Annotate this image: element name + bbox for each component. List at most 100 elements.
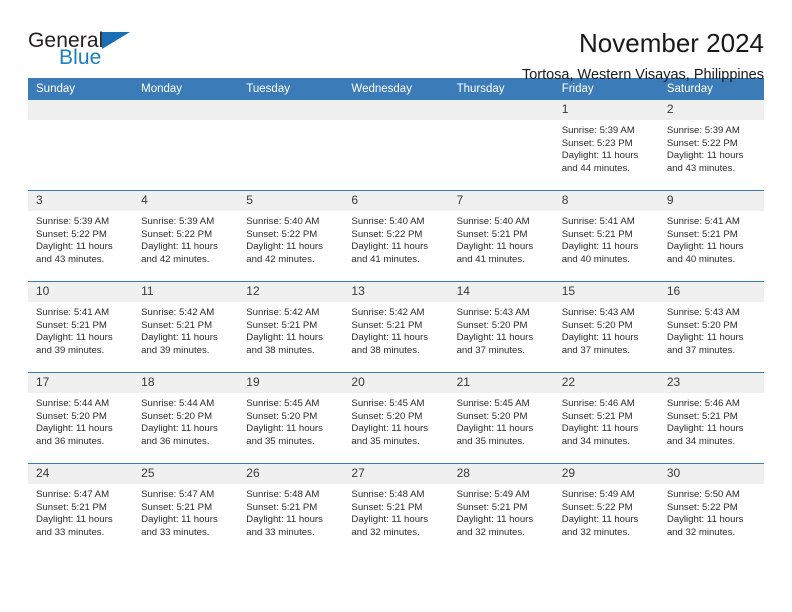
day-sun-info: Sunrise: 5:42 AM Sunset: 5:21 PM Daylight:… bbox=[343, 302, 448, 357]
day-sunset-text: Sunset: 5:20 PM bbox=[456, 319, 528, 331]
day-number: 12 bbox=[238, 282, 344, 302]
calendar-day-cell[interactable]: 2 Sunrise: 5:39 AM Sunset: 5:22 PM Daylight… bbox=[658, 100, 764, 191]
calendar-day-cell-empty bbox=[238, 100, 344, 191]
day-sunrise-text: Sunrise: 5:41 AM bbox=[36, 307, 110, 318]
day-daylight-1-text: Daylight: 11 hours bbox=[246, 332, 323, 344]
day-number: 1 bbox=[553, 100, 659, 120]
day-sunrise-text: Sunrise: 5:43 AM bbox=[456, 307, 530, 318]
day-daylight-2-text: and 44 minutes. bbox=[561, 162, 630, 174]
day-sun-info: Sunrise: 5:47 AM Sunset: 5:21 PM Daylight:… bbox=[28, 484, 133, 539]
calendar-day-cell[interactable]: 7 Sunrise: 5:40 AM Sunset: 5:21 PM Daylight… bbox=[448, 190, 554, 282]
day-daylight-2-text: and 38 minutes. bbox=[351, 344, 420, 356]
day-daylight-1-text: Daylight: 11 hours bbox=[666, 423, 744, 435]
day-daylight-1-text: Daylight: 11 hours bbox=[141, 423, 218, 435]
day-sunset-text: Sunset: 5:20 PM bbox=[246, 410, 318, 422]
calendar-day-cell[interactable]: 9 Sunrise: 5:41 AM Sunset: 5:21 PM Daylight… bbox=[658, 190, 764, 282]
day-sunset-text: Sunset: 5:21 PM bbox=[351, 319, 423, 331]
day-number: 6 bbox=[343, 191, 449, 211]
calendar-day-cell[interactable]: 5 Sunrise: 5:40 AM Sunset: 5:22 PM Daylight… bbox=[238, 190, 344, 282]
calendar-day-cell[interactable]: 12 Sunrise: 5:42 AM Sunset: 5:21 PM Dayligh… bbox=[238, 281, 344, 373]
weekday-header-monday: Monday bbox=[133, 78, 239, 100]
day-daylight-1-text: Daylight: 11 hours bbox=[141, 332, 218, 344]
day-daylight-2-text: and 35 minutes. bbox=[456, 435, 525, 447]
calendar-day-cell[interactable]: 29 Sunrise: 5:49 AM Sunset: 5:22 PM Dayligh… bbox=[553, 463, 659, 554]
calendar-day-cell[interactable]: 10 Sunrise: 5:41 AM Sunset: 5:21 PM Dayligh… bbox=[28, 281, 134, 373]
day-sun-info: Sunrise: 5:41 AM Sunset: 5:21 PM Daylight:… bbox=[28, 302, 133, 357]
weekday-header-tuesday: Tuesday bbox=[238, 78, 344, 100]
day-sunset-text: Sunset: 5:22 PM bbox=[246, 228, 318, 240]
day-sunrise-text: Sunrise: 5:47 AM bbox=[36, 489, 110, 500]
calendar-day-cell[interactable]: 26 Sunrise: 5:48 AM Sunset: 5:21 PM Dayligh… bbox=[238, 463, 344, 554]
calendar-day-cell[interactable]: 17 Sunrise: 5:44 AM Sunset: 5:20 PM Dayligh… bbox=[28, 372, 134, 464]
day-sun-info: Sunrise: 5:46 AM Sunset: 5:21 PM Daylight:… bbox=[659, 393, 764, 448]
calendar-day-cell[interactable]: 15 Sunrise: 5:43 AM Sunset: 5:20 PM Dayligh… bbox=[553, 281, 659, 373]
day-sunrise-text: Sunrise: 5:48 AM bbox=[351, 489, 425, 500]
calendar-day-cell[interactable]: 8 Sunrise: 5:41 AM Sunset: 5:21 PM Daylight… bbox=[553, 190, 659, 282]
calendar-day-cell-empty bbox=[343, 100, 449, 191]
day-daylight-2-text: and 42 minutes. bbox=[246, 253, 315, 265]
day-sunset-text: Sunset: 5:22 PM bbox=[561, 501, 633, 513]
calendar-day-cell[interactable]: 19 Sunrise: 5:45 AM Sunset: 5:20 PM Dayligh… bbox=[238, 372, 344, 464]
calendar-day-cell[interactable]: 4 Sunrise: 5:39 AM Sunset: 5:22 PM Daylight… bbox=[133, 190, 239, 282]
calendar-day-cell[interactable]: 16 Sunrise: 5:43 AM Sunset: 5:20 PM Dayligh… bbox=[658, 281, 764, 373]
day-daylight-2-text: and 37 minutes. bbox=[456, 344, 525, 356]
day-number: 21 bbox=[448, 373, 554, 393]
calendar-day-cell-empty bbox=[28, 100, 134, 191]
calendar-day-cell[interactable]: 14 Sunrise: 5:43 AM Sunset: 5:20 PM Dayligh… bbox=[448, 281, 554, 373]
day-daylight-1-text: Daylight: 11 hours bbox=[666, 241, 744, 253]
day-daylight-2-text: and 38 minutes. bbox=[246, 344, 315, 356]
day-daylight-2-text: and 33 minutes. bbox=[36, 526, 105, 538]
day-daylight-1-text: Daylight: 11 hours bbox=[141, 514, 218, 526]
calendar-day-cell[interactable]: 18 Sunrise: 5:44 AM Sunset: 5:20 PM Dayligh… bbox=[133, 372, 239, 464]
calendar-day-cell[interactable]: 11 Sunrise: 5:42 AM Sunset: 5:21 PM Dayligh… bbox=[133, 281, 239, 373]
day-sunrise-text: Sunrise: 5:41 AM bbox=[561, 216, 635, 227]
day-daylight-2-text: and 33 minutes. bbox=[246, 526, 315, 538]
calendar-day-cell[interactable]: 3 Sunrise: 5:39 AM Sunset: 5:22 PM Daylight… bbox=[28, 190, 134, 282]
day-daylight-2-text: and 36 minutes. bbox=[141, 435, 210, 447]
day-sunset-text: Sunset: 5:21 PM bbox=[666, 228, 738, 240]
day-number bbox=[343, 100, 449, 120]
calendar-day-cell[interactable]: 28 Sunrise: 5:49 AM Sunset: 5:21 PM Dayligh… bbox=[448, 463, 554, 554]
day-sunrise-text: Sunrise: 5:49 AM bbox=[456, 489, 530, 500]
calendar-day-cell[interactable]: 21 Sunrise: 5:45 AM Sunset: 5:20 PM Dayligh… bbox=[448, 372, 554, 464]
calendar-body: 1 Sunrise: 5:39 AM Sunset: 5:23 PM Daylight… bbox=[28, 100, 764, 554]
day-sunrise-text: Sunrise: 5:39 AM bbox=[561, 125, 635, 136]
calendar-day-cell[interactable]: 25 Sunrise: 5:47 AM Sunset: 5:21 PM Dayligh… bbox=[133, 463, 239, 554]
day-sunset-text: Sunset: 5:22 PM bbox=[666, 137, 738, 149]
day-sunset-text: Sunset: 5:22 PM bbox=[666, 501, 738, 513]
calendar-week-row: 1 Sunrise: 5:39 AM Sunset: 5:23 PM Daylight… bbox=[28, 100, 764, 191]
calendar-day-cell[interactable]: 23 Sunrise: 5:46 AM Sunset: 5:21 PM Dayligh… bbox=[658, 372, 764, 464]
day-number: 7 bbox=[448, 191, 554, 211]
general-blue-logo[interactable]: General Blue bbox=[28, 28, 152, 72]
page-title: November 2024 bbox=[579, 28, 764, 58]
day-daylight-1-text: Daylight: 11 hours bbox=[351, 423, 429, 435]
day-daylight-2-text: and 35 minutes. bbox=[351, 435, 420, 447]
day-daylight-1-text: Daylight: 11 hours bbox=[561, 423, 639, 435]
logo-text-blue: Blue bbox=[59, 46, 102, 69]
calendar-day-cell[interactable]: 22 Sunrise: 5:46 AM Sunset: 5:21 PM Dayligh… bbox=[553, 372, 659, 464]
day-sunset-text: Sunset: 5:21 PM bbox=[561, 410, 633, 422]
day-sunrise-text: Sunrise: 5:43 AM bbox=[561, 307, 635, 318]
day-sunset-text: Sunset: 5:21 PM bbox=[141, 319, 213, 331]
title-block: November 2024 Tortosa, Western Visayas, … bbox=[522, 28, 764, 84]
calendar-table: Sunday Monday Tuesday Wednesday Thursday… bbox=[28, 78, 764, 554]
calendar-day-cell[interactable]: 13 Sunrise: 5:42 AM Sunset: 5:21 PM Dayligh… bbox=[343, 281, 449, 373]
day-daylight-2-text: and 39 minutes. bbox=[36, 344, 105, 356]
day-sunrise-text: Sunrise: 5:45 AM bbox=[351, 398, 425, 409]
calendar-day-cell[interactable]: 30 Sunrise: 5:50 AM Sunset: 5:22 PM Dayligh… bbox=[658, 463, 764, 554]
calendar-day-cell[interactable]: 6 Sunrise: 5:40 AM Sunset: 5:22 PM Daylight… bbox=[343, 190, 449, 282]
calendar-day-cell[interactable]: 24 Sunrise: 5:47 AM Sunset: 5:21 PM Dayligh… bbox=[28, 463, 134, 554]
day-sunset-text: Sunset: 5:21 PM bbox=[36, 319, 107, 331]
day-daylight-2-text: and 37 minutes. bbox=[666, 344, 736, 356]
day-sunset-text: Sunset: 5:21 PM bbox=[246, 501, 318, 513]
day-daylight-1-text: Daylight: 11 hours bbox=[246, 514, 323, 526]
calendar-day-cell[interactable]: 20 Sunrise: 5:45 AM Sunset: 5:20 PM Dayligh… bbox=[343, 372, 449, 464]
day-number: 28 bbox=[448, 464, 554, 484]
day-daylight-1-text: Daylight: 11 hours bbox=[561, 514, 639, 526]
day-sunset-text: Sunset: 5:20 PM bbox=[351, 410, 423, 422]
calendar-day-cell[interactable]: 1 Sunrise: 5:39 AM Sunset: 5:23 PM Daylight… bbox=[553, 100, 659, 191]
day-daylight-1-text: Daylight: 11 hours bbox=[351, 514, 429, 526]
day-daylight-1-text: Daylight: 11 hours bbox=[561, 332, 639, 344]
day-sun-info: Sunrise: 5:44 AM Sunset: 5:20 PM Daylight:… bbox=[28, 393, 133, 448]
calendar-day-cell[interactable]: 27 Sunrise: 5:48 AM Sunset: 5:21 PM Dayligh… bbox=[343, 463, 449, 554]
